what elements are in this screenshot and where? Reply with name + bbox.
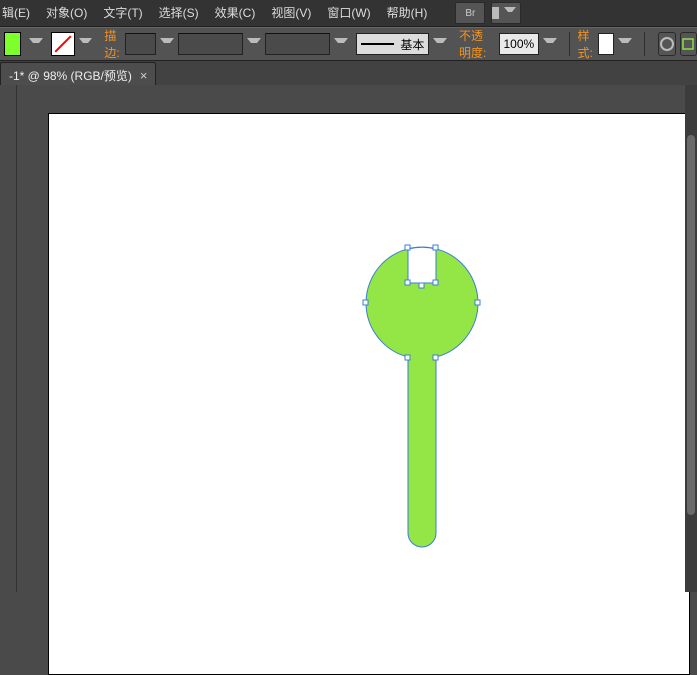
anchor-point[interactable] <box>433 245 438 250</box>
bridge-icon[interactable]: Br <box>455 2 485 24</box>
brush-def-select[interactable] <box>265 33 330 55</box>
panel-toggle-icon[interactable] <box>680 32 697 56</box>
anchor-point[interactable] <box>419 283 424 288</box>
graphic-style-swatch[interactable] <box>598 33 614 55</box>
wrench-shape[interactable] <box>366 247 478 547</box>
anchor-point[interactable] <box>363 300 368 305</box>
chevron-down-icon[interactable] <box>29 38 43 51</box>
menu-help[interactable]: 帮助(H) <box>379 0 436 26</box>
document-tab-bar: -1* @ 98% (RGB/预览) × <box>0 61 697 88</box>
menu-type[interactable]: 文字(T) <box>95 0 150 26</box>
ruler-vertical[interactable] <box>0 85 17 592</box>
selected-artwork[interactable] <box>342 247 502 570</box>
none-icon <box>54 36 71 53</box>
chevron-down-icon[interactable] <box>160 38 174 51</box>
grid-icon <box>492 7 500 19</box>
chevron-down-icon[interactable] <box>247 38 261 51</box>
scrollbar-vertical[interactable] <box>685 85 697 592</box>
stroke-preset[interactable]: 基本 <box>356 33 430 55</box>
square-icon <box>682 38 694 50</box>
scrollbar-thumb[interactable] <box>687 135 695 515</box>
anchor-point[interactable] <box>405 245 410 250</box>
arrange-documents-icon[interactable] <box>491 2 521 24</box>
menu-object[interactable]: 对象(O) <box>38 0 95 26</box>
anchor-point[interactable] <box>405 355 410 360</box>
menu-select[interactable]: 选择(S) <box>151 0 207 26</box>
separator <box>569 32 570 56</box>
chevron-down-icon[interactable] <box>334 38 348 51</box>
control-bar: 描边: 基本 不透明度: 100% 样式: <box>0 27 697 61</box>
anchor-point[interactable] <box>405 280 410 285</box>
stroke-profile-select[interactable] <box>178 33 243 55</box>
chevron-down-icon[interactable] <box>79 38 93 51</box>
close-icon[interactable]: × <box>140 68 148 83</box>
style-label: 样式: <box>577 27 596 61</box>
menu-effect[interactable]: 效果(C) <box>207 0 264 26</box>
chevron-down-icon[interactable] <box>618 38 632 51</box>
document-title: -1* @ 98% (RGB/预览) <box>9 67 132 84</box>
chevron-down-icon[interactable] <box>543 38 557 51</box>
anchor-point[interactable] <box>433 355 438 360</box>
separator <box>644 32 645 56</box>
stroke-line-icon <box>361 43 395 45</box>
color-wheel-icon <box>660 37 674 51</box>
fill-swatch[interactable] <box>4 32 21 56</box>
opacity-input[interactable]: 100% <box>499 33 540 55</box>
menu-window[interactable]: 窗口(W) <box>319 0 378 26</box>
chevron-down-icon <box>504 7 516 20</box>
stroke-swatch-none[interactable] <box>51 32 75 56</box>
recolor-artwork-icon[interactable] <box>658 32 675 56</box>
anchor-point[interactable] <box>475 300 480 305</box>
menu-view[interactable]: 视图(V) <box>263 0 319 26</box>
menu-edit[interactable]: 辑(E) <box>0 0 38 26</box>
menu-bar: 辑(E) 对象(O) 文字(T) 选择(S) 效果(C) 视图(V) 窗口(W)… <box>0 0 697 27</box>
workspace <box>0 85 697 592</box>
stroke-label: 描边: <box>104 27 123 61</box>
stroke-weight-input[interactable] <box>125 33 156 55</box>
chevron-down-icon[interactable] <box>433 38 447 51</box>
preset-label: 基本 <box>400 36 424 53</box>
opacity-label: 不透明度: <box>459 27 495 61</box>
anchor-point[interactable] <box>433 280 438 285</box>
document-tab[interactable]: -1* @ 98% (RGB/预览) × <box>0 62 156 87</box>
